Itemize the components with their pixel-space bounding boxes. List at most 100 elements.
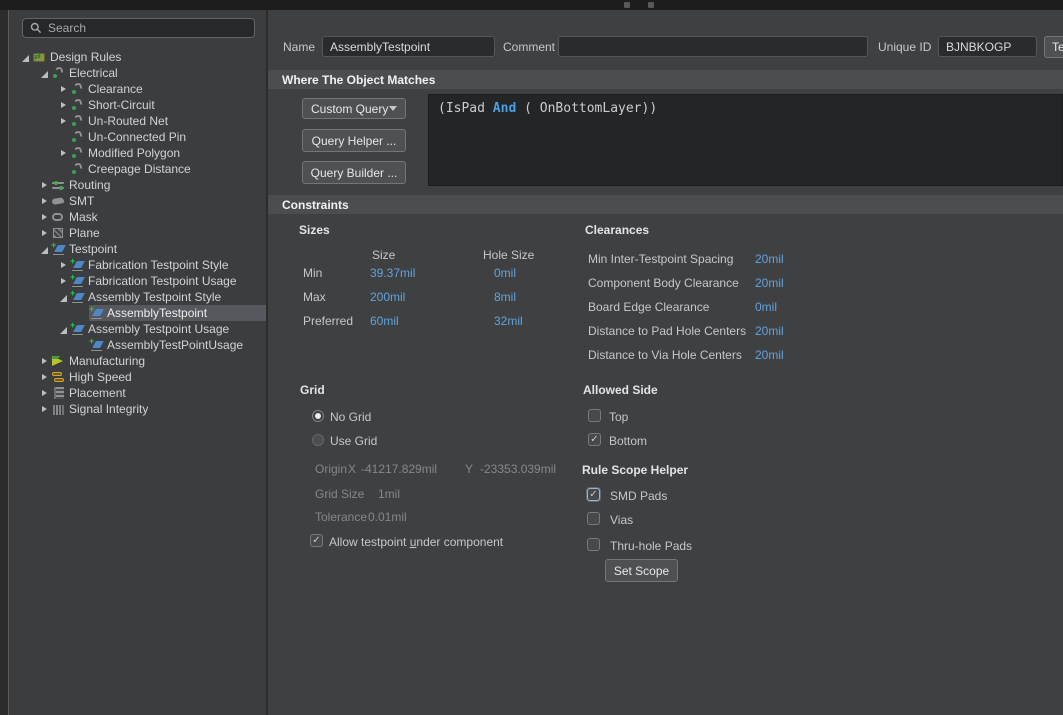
tree-item-high-speed[interactable]: High Speed (9, 369, 266, 385)
tree-item-assemblytestpointusage[interactable]: AssemblyTestPointUsage (9, 337, 266, 353)
search-placeholder: Search (48, 21, 86, 35)
distance-to-via-hole-centers-value[interactable]: 20mil (755, 348, 784, 362)
design-rules-icon (32, 50, 47, 64)
custom-query-editor[interactable]: (IsPad And ( OnBottomLayer)) (428, 94, 1063, 186)
name-label: Name (283, 40, 315, 54)
no-grid-radio[interactable] (312, 410, 324, 422)
origin-y-label: Y (465, 462, 473, 476)
thru-hole-pads-checkbox[interactable] (587, 538, 600, 551)
tree-item-routing[interactable]: Routing (9, 177, 266, 193)
thru-hole-pads-label[interactable]: Thru-hole Pads (610, 539, 692, 553)
tree-item-fabrication-testpoint-style[interactable]: Fabrication Testpoint Style (9, 257, 266, 273)
tree-item-signal-integrity[interactable]: Signal Integrity (9, 401, 266, 417)
distance-to-pad-hole-centers-value[interactable]: 20mil (755, 324, 784, 338)
tree-item-label: High Speed (69, 370, 132, 384)
use-grid-label[interactable]: Use Grid (330, 434, 377, 448)
smd-pads-label[interactable]: SMD Pads (610, 489, 667, 503)
high-speed-icon (51, 370, 66, 384)
board-edge-clearance-value[interactable]: 0mil (755, 300, 777, 314)
top-label[interactable]: Top (609, 410, 628, 424)
search-input[interactable]: Search (22, 18, 255, 38)
max-size-value[interactable]: 200mil (370, 290, 405, 304)
size-row-label: Preferred (303, 314, 353, 328)
expand-arrow-icon[interactable] (57, 259, 70, 272)
vias-label[interactable]: Vias (610, 513, 633, 527)
label-part: Allow testpoint (329, 535, 410, 549)
expand-arrow-icon[interactable] (38, 211, 51, 224)
tree-item-un-routed-net[interactable]: Un-Routed Net (9, 113, 266, 129)
clearance-row-label: Board Edge Clearance (588, 300, 709, 314)
testpoint-icon (51, 242, 66, 256)
tree-item-plane[interactable]: Plane (9, 225, 266, 241)
clipped-glyph-fragment (648, 2, 654, 8)
tree-item-design-rules[interactable]: Design Rules (9, 49, 266, 65)
clearance-row-label: Min Inter-Testpoint Spacing (588, 252, 733, 266)
preferred-hole-size-value[interactable]: 32mil (494, 314, 523, 328)
expand-arrow-icon[interactable] (38, 403, 51, 416)
expand-arrow-icon[interactable] (38, 355, 51, 368)
expand-arrow-icon[interactable] (57, 275, 70, 288)
query-builder-button[interactable]: Query Builder ... (302, 161, 406, 184)
no-grid-label[interactable]: No Grid (330, 410, 371, 424)
rule-icon (70, 98, 85, 112)
tree-item-testpoint[interactable]: Testpoint (9, 241, 266, 257)
preferred-size-value[interactable]: 60mil (370, 314, 399, 328)
query-helper-button[interactable]: Query Helper ... (302, 129, 406, 152)
tree-item-smt[interactable]: SMT (9, 193, 266, 209)
allow-testpoint-under-component-checkbox[interactable] (310, 534, 323, 547)
bottom-label[interactable]: Bottom (609, 434, 647, 448)
expand-arrow-icon[interactable] (38, 227, 51, 240)
tree-item-assemblytestpoint[interactable]: AssemblyTestpoint (9, 305, 266, 321)
max-hole-size-value[interactable]: 8mil (494, 290, 516, 304)
set-scope-button[interactable]: Set Scope (605, 559, 678, 582)
tree-item-clearance[interactable]: Clearance (9, 81, 266, 97)
min-hole-size-value[interactable]: 0mil (494, 266, 516, 280)
collapse-arrow-icon[interactable] (38, 67, 51, 80)
collapse-arrow-icon[interactable] (57, 323, 70, 336)
name-input[interactable]: AssemblyTestpoint (322, 36, 495, 57)
query-text: (IsPad And ( OnBottomLayer)) (429, 95, 1062, 122)
expand-arrow-icon[interactable] (38, 387, 51, 400)
scope-type-dropdown[interactable]: Custom Query (302, 98, 406, 119)
origin-y-value: -23353.039mil (480, 462, 556, 476)
tree-item-modified-polygon[interactable]: Modified Polygon (9, 145, 266, 161)
expand-arrow-icon[interactable] (38, 371, 51, 384)
component-body-clearance-value[interactable]: 20mil (755, 276, 784, 290)
unique-id-input[interactable]: BJNBKOGP (938, 36, 1037, 57)
use-grid-radio[interactable] (312, 434, 324, 446)
min-inter-testpoint-spacing-value[interactable]: 20mil (755, 252, 784, 266)
tree-item-assembly-testpoint-style[interactable]: Assembly Testpoint Style (9, 289, 266, 305)
bottom-checkbox[interactable] (588, 433, 601, 446)
unique-id-value: BJNBKOGP (946, 40, 1011, 54)
tree-item-placement[interactable]: Placement (9, 385, 266, 401)
tree-item-creepage-distance[interactable]: Creepage Distance (9, 161, 266, 177)
comment-input[interactable] (558, 36, 868, 57)
tree-item-short-circuit[interactable]: Short-Circuit (9, 97, 266, 113)
collapse-arrow-icon[interactable] (38, 243, 51, 256)
expand-arrow-icon[interactable] (57, 115, 70, 128)
smd-pads-checkbox[interactable] (587, 488, 600, 501)
tree-item-un-connected-pin[interactable]: Un-Connected Pin (9, 129, 266, 145)
expand-arrow-icon[interactable] (57, 147, 70, 160)
tree-item-electrical[interactable]: Electrical (9, 65, 266, 81)
min-size-value[interactable]: 39.37mil (370, 266, 415, 280)
expand-arrow-icon[interactable] (38, 195, 51, 208)
tree-item-label: Mask (69, 210, 98, 224)
collapse-arrow-icon[interactable] (19, 51, 32, 64)
allow-testpoint-under-component-label[interactable]: Allow testpoint under component (329, 535, 503, 549)
top-checkbox[interactable] (588, 409, 601, 422)
tree-item-assembly-testpoint-usage[interactable]: Assembly Testpoint Usage (9, 321, 266, 337)
expand-arrow-icon[interactable] (38, 179, 51, 192)
tree-item-manufacturing[interactable]: Manufacturing (9, 353, 266, 369)
vias-checkbox[interactable] (587, 512, 600, 525)
expand-arrow-icon[interactable] (57, 83, 70, 96)
test-queries-button-label: Tes (1052, 40, 1063, 54)
test-queries-button-clipped[interactable]: Tes (1044, 36, 1063, 58)
signal-integrity-icon (51, 402, 66, 416)
tree-item-fabrication-testpoint-usage[interactable]: Fabrication Testpoint Usage (9, 273, 266, 289)
tree-item-mask[interactable]: Mask (9, 209, 266, 225)
origin-label: Origin (315, 462, 347, 476)
collapse-arrow-icon[interactable] (57, 291, 70, 304)
tree-item-label: Design Rules (50, 50, 121, 64)
expand-arrow-icon[interactable] (57, 99, 70, 112)
